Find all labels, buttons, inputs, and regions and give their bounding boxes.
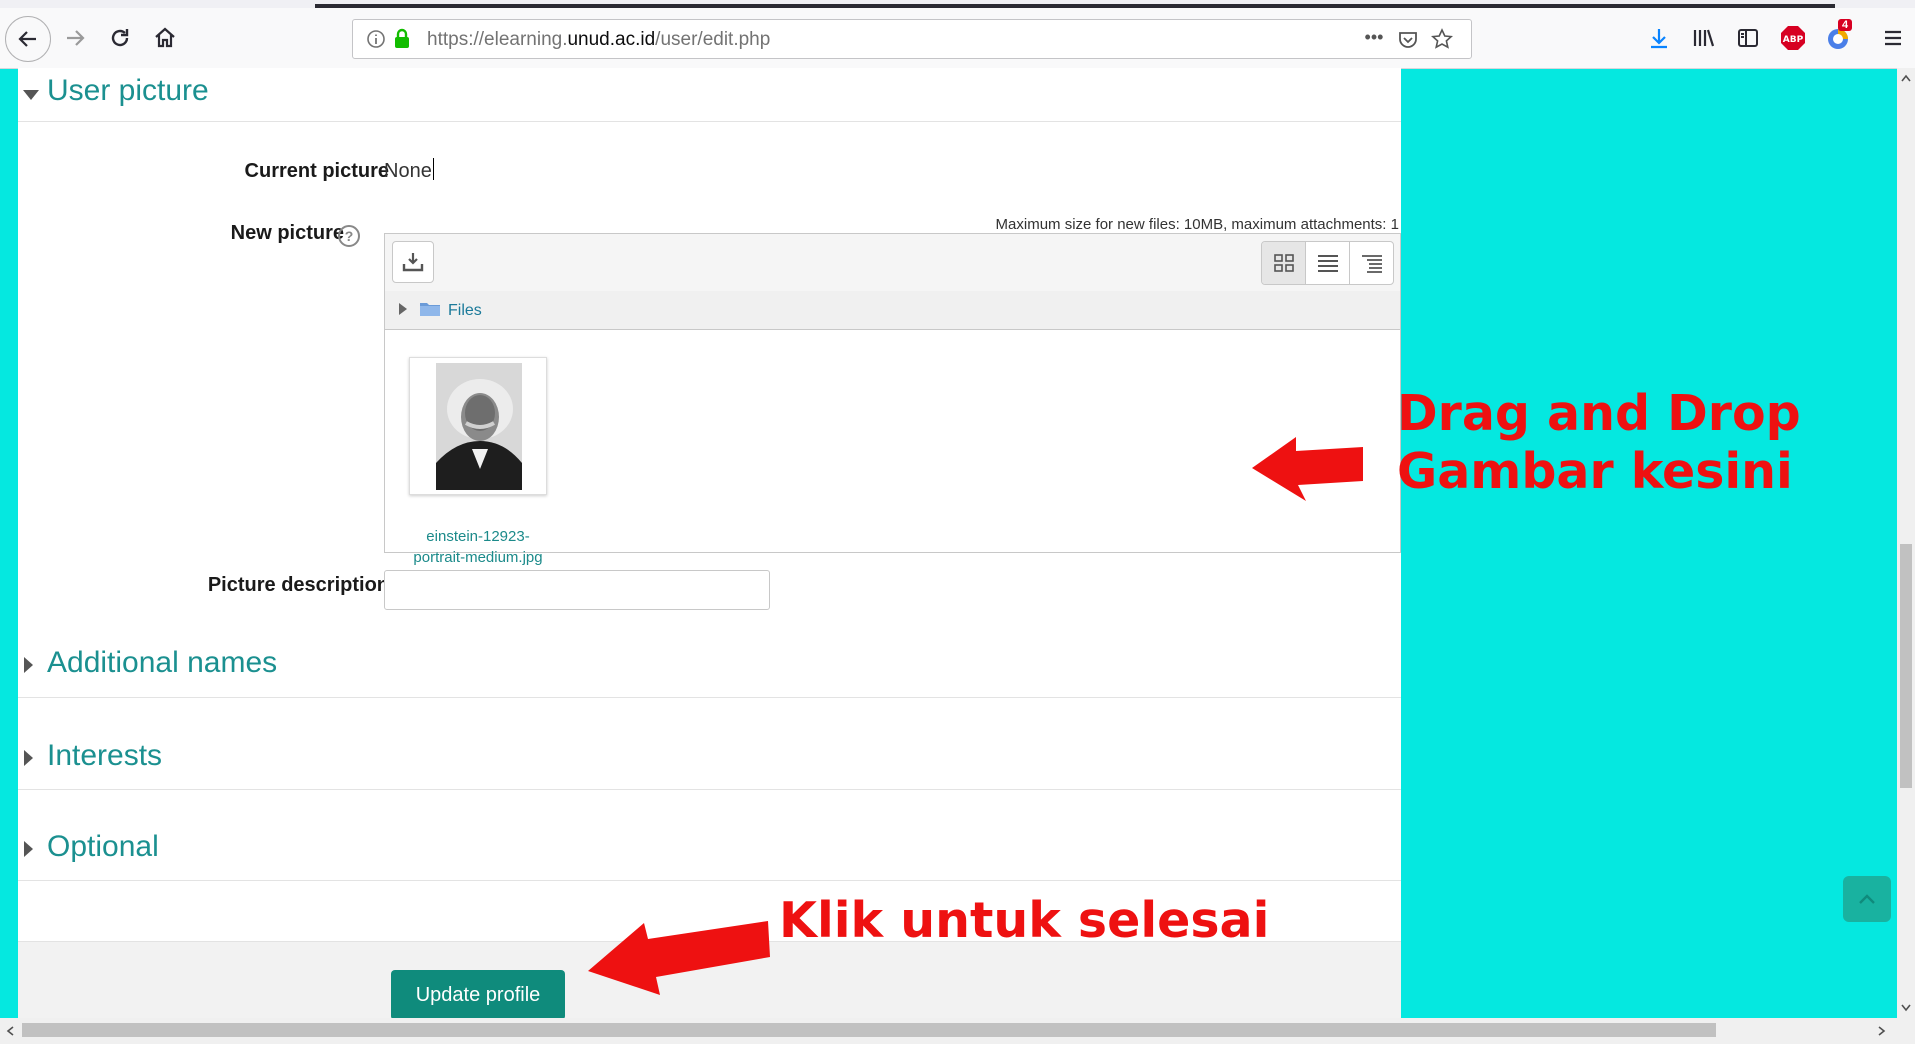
picture-description-input[interactable]: [384, 570, 770, 610]
forward-button[interactable]: [55, 18, 95, 58]
library-icon[interactable]: [1684, 18, 1724, 58]
max-size-note: Maximum size for new files: 10MB, maximu…: [995, 216, 1399, 233]
adblock-icon[interactable]: ABP: [1773, 18, 1813, 58]
file-picker-toolbar: [385, 234, 1400, 292]
browser-toolbar: https://elearning.unud.ac.id/user/edit.p…: [0, 0, 1915, 69]
url-text[interactable]: https://elearning.unud.ac.id/user/edit.p…: [427, 29, 770, 51]
new-picture-label: New picture: [230, 222, 344, 244]
horizontal-scroll-thumb[interactable]: [22, 1023, 1716, 1037]
annotation-line: Drag and Drop: [1397, 385, 1801, 442]
section-interests[interactable]: Interests: [18, 734, 1401, 790]
update-profile-button[interactable]: Update profile: [391, 970, 565, 1018]
caret-down-icon: [23, 90, 39, 100]
file-picker-dropzone[interactable]: Files einstein-12923- portrait-medium.jp…: [384, 233, 1401, 566]
reload-button[interactable]: [100, 18, 140, 58]
page-content: User picture Current picture None New pi…: [18, 68, 1401, 1018]
help-icon[interactable]: ?: [338, 225, 360, 247]
notification-badge: 4: [1838, 19, 1853, 31]
scroll-up-icon[interactable]: [1901, 74, 1911, 82]
caret-right-icon: [24, 657, 33, 673]
section-optional[interactable]: Optional: [18, 825, 1401, 881]
caret-right-icon: [24, 841, 33, 857]
reload-icon: [111, 29, 129, 47]
sidebar-icon[interactable]: [1728, 18, 1768, 58]
vertical-scroll-thumb[interactable]: [1900, 544, 1912, 788]
upload-icon: [402, 253, 424, 272]
scroll-right-icon[interactable]: [1878, 1026, 1886, 1036]
view-switcher: [1261, 241, 1394, 285]
list-view-icon[interactable]: [1305, 242, 1349, 284]
section-title: Additional names: [47, 646, 278, 679]
downloads-icon[interactable]: [1639, 18, 1679, 58]
section-title: Interests: [47, 739, 163, 772]
home-icon: [155, 27, 175, 48]
page-actions-button[interactable]: •••: [1361, 25, 1387, 49]
file-name-label[interactable]: einstein-12923- portrait-medium.jpg: [385, 526, 571, 568]
arrow-annotation-icon: [588, 921, 770, 995]
portrait-photo: [436, 363, 522, 490]
section-user-picture[interactable]: User picture: [18, 68, 1401, 122]
tree-view-icon[interactable]: [1349, 242, 1393, 284]
file-name-line: portrait-medium.jpg: [413, 549, 543, 566]
chevron-up-icon: [1859, 894, 1875, 904]
pocket-icon[interactable]: [1395, 27, 1421, 51]
expand-triangle-icon[interactable]: [399, 303, 407, 315]
grid-view-icon[interactable]: [1262, 242, 1305, 284]
scroll-down-icon[interactable]: [1901, 1004, 1911, 1012]
horizontal-scrollbar[interactable]: [0, 1018, 1915, 1044]
vertical-scrollbar[interactable]: [1897, 68, 1915, 1018]
menu-icon[interactable]: [1873, 18, 1913, 58]
picture-description-label: Picture description: [207, 574, 389, 596]
scroll-left-icon[interactable]: [6, 1026, 14, 1036]
file-picker-path: Files: [385, 291, 1400, 330]
section-title: User picture: [47, 74, 209, 107]
lock-icon[interactable]: [389, 27, 415, 51]
section-title: Optional: [47, 830, 159, 863]
bookmark-star-icon[interactable]: [1429, 27, 1455, 51]
svg-text:ABP: ABP: [1783, 35, 1804, 45]
drag-drop-annotation: Drag and Drop Gambar kesini: [1397, 385, 1801, 501]
file-thumbnail[interactable]: [409, 357, 547, 495]
folder-icon: [420, 303, 440, 316]
files-folder-link[interactable]: Files: [448, 302, 482, 320]
click-annotation: Klik untuk selesai: [779, 892, 1270, 949]
url-bar[interactable]: https://elearning.unud.ac.id/user/edit.p…: [352, 19, 1472, 59]
current-picture-label: Current picture: [244, 160, 389, 182]
section-additional-names[interactable]: Additional names: [18, 641, 1401, 698]
scroll-to-top-button[interactable]: [1843, 876, 1891, 922]
add-file-button[interactable]: [392, 241, 434, 283]
file-name-line: einstein-12923-: [426, 528, 530, 545]
tab-strip-bar: [315, 4, 1835, 8]
tab-strip: [0, 0, 1915, 8]
back-arrow-icon: [18, 31, 36, 47]
current-picture-value: None: [384, 160, 432, 182]
back-button[interactable]: [5, 16, 51, 62]
caret-right-icon: [24, 750, 33, 766]
home-button[interactable]: [145, 18, 185, 58]
arrow-annotation-icon: [1252, 437, 1363, 501]
annotation-line: Gambar kesini: [1397, 443, 1793, 500]
forward-arrow-icon: [67, 30, 85, 46]
info-icon[interactable]: [363, 27, 389, 51]
